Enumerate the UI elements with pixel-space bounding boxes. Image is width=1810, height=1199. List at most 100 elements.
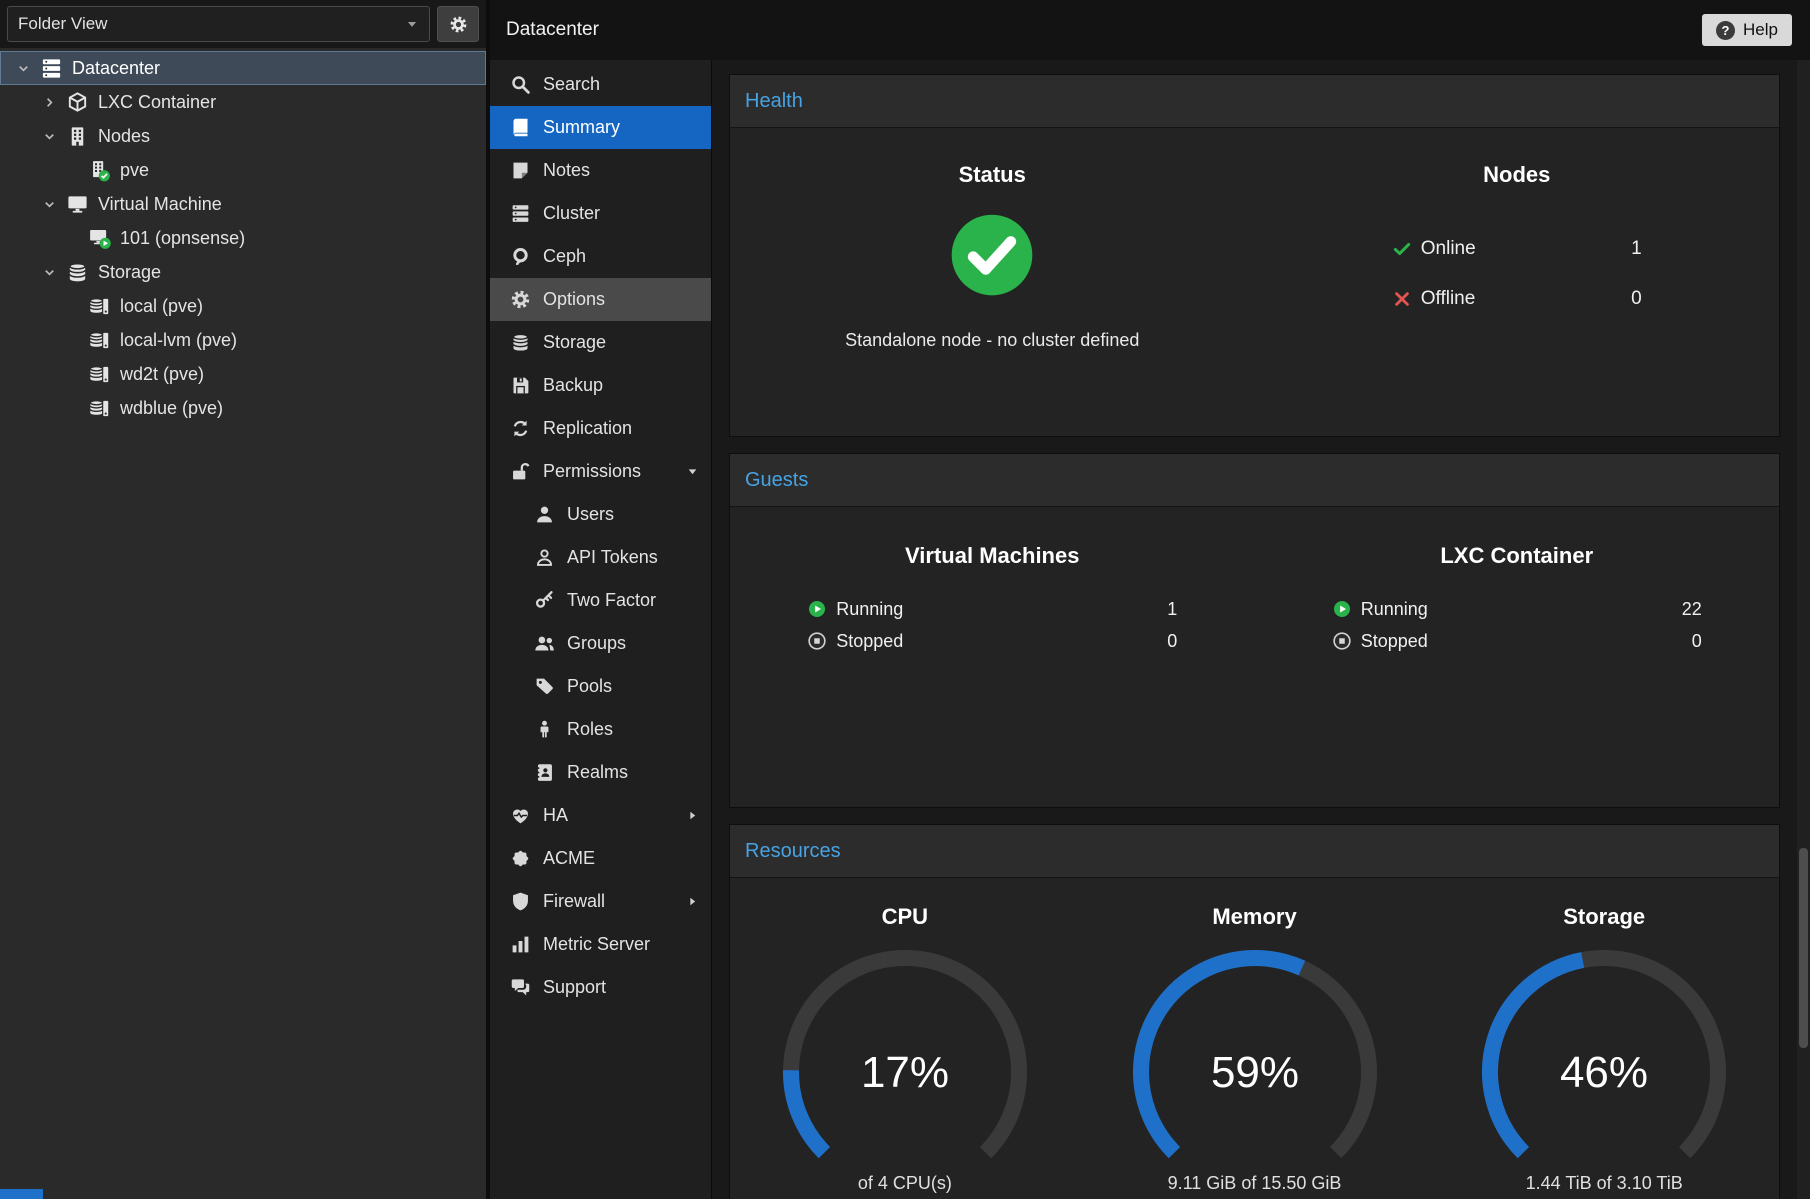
menu-item-cluster[interactable]: Cluster <box>490 192 711 235</box>
menu-item-notes[interactable]: Notes <box>490 149 711 192</box>
tree-item-label: wd2t (pve) <box>120 364 204 385</box>
menu-item-permissions[interactable]: Permissions <box>490 450 711 493</box>
health-panel: Health Status Standalone node - no clust… <box>729 74 1780 437</box>
database-icon <box>510 332 531 353</box>
tree-item-lxc-container[interactable]: LXC Container <box>0 85 486 119</box>
guests-panel-body: Virtual Machines Running 1 Stopped 0 LXC… <box>730 507 1779 807</box>
menu-item-label: Replication <box>543 418 632 439</box>
menu-item-ha[interactable]: HA <box>490 794 711 837</box>
gear-icon <box>449 15 468 34</box>
menu-item-ceph[interactable]: Ceph <box>490 235 711 278</box>
menu-item-roles[interactable]: Roles <box>490 708 711 751</box>
unlock-icon <box>510 461 531 482</box>
guest-status-row-running[interactable]: Running 1 <box>807 593 1177 625</box>
chevron-down-icon[interactable] <box>16 60 40 76</box>
stopped-icon <box>1332 631 1352 651</box>
menu-item-options[interactable]: Options <box>490 278 711 321</box>
desktop-icon <box>66 193 89 216</box>
view-mode-select[interactable]: Folder View <box>7 6 430 42</box>
gauge-arc: 46% <box>1453 942 1755 1168</box>
menu-item-groups[interactable]: Groups <box>490 622 711 665</box>
content-scrollbar[interactable] <box>1797 60 1810 1199</box>
health-panel-body: Status Standalone node - no cluster defi… <box>730 128 1779 436</box>
menu-item-pools[interactable]: Pools <box>490 665 711 708</box>
resources-panel-body: CPU 17% of 4 CPU(s) Memory 59% 9.11 GiB … <box>730 878 1779 1199</box>
resource-tree-panel: Folder View Datacenter LXC Container Nod… <box>0 0 490 1199</box>
tree-item-101-opnsense[interactable]: 101 (opnsense) <box>0 221 486 255</box>
menu-item-support[interactable]: Support <box>490 966 711 1009</box>
guest-status-row-running[interactable]: Running 22 <box>1332 593 1702 625</box>
chevron-right-icon[interactable] <box>42 94 66 110</box>
guest-group-virtual-machines: Virtual Machines Running 1 Stopped 0 <box>730 507 1255 807</box>
tree-item-datacenter[interactable]: Datacenter <box>0 51 486 85</box>
node-status-value: 1 <box>1631 238 1642 260</box>
chevron-down-icon[interactable] <box>42 264 66 280</box>
menu-item-label: Pools <box>567 676 612 697</box>
tree-item-local-lvm-pve[interactable]: local-lvm (pve) <box>0 323 486 357</box>
menu-item-api-tokens[interactable]: API Tokens <box>490 536 711 579</box>
tree-item-label: LXC Container <box>98 92 216 113</box>
tree-item-local-pve[interactable]: local (pve) <box>0 289 486 323</box>
server-stack-icon <box>40 57 63 80</box>
menu-item-label: Ceph <box>543 246 586 267</box>
content-scrollbar-thumb[interactable] <box>1799 848 1808 1048</box>
chevron-down-icon[interactable] <box>42 196 66 212</box>
menu-item-users[interactable]: Users <box>490 493 711 536</box>
tree-item-storage[interactable]: Storage <box>0 255 486 289</box>
gauge-storage: Storage 46% 1.44 TiB of 3.10 TiB <box>1429 882 1779 1199</box>
menu-item-search[interactable]: Search <box>490 63 711 106</box>
search-icon <box>510 74 531 95</box>
menu-item-summary[interactable]: Summary <box>490 106 711 149</box>
guest-group-heading: LXC Container <box>1255 543 1780 569</box>
menu-item-label: Permissions <box>543 461 641 482</box>
guest-status-value: 0 <box>1167 631 1177 652</box>
tree-item-pve[interactable]: pve <box>0 153 486 187</box>
shield-icon <box>510 891 531 912</box>
tree-item-nodes[interactable]: Nodes <box>0 119 486 153</box>
view-mode-value: Folder View <box>18 14 107 34</box>
cross-icon <box>1392 289 1412 309</box>
gauge-arc: 17% <box>754 942 1056 1168</box>
running-icon <box>807 599 827 619</box>
nodes-heading: Nodes <box>1255 162 1780 188</box>
menu-item-label: Roles <box>567 719 613 740</box>
menu-item-acme[interactable]: ACME <box>490 837 711 880</box>
tree-settings-button[interactable] <box>437 6 479 42</box>
gauge-percent: 59% <box>1210 1048 1298 1097</box>
menu-item-label: Storage <box>543 332 606 353</box>
chevron-down-icon[interactable] <box>42 128 66 144</box>
tree-item-wd2t-pve[interactable]: wd2t (pve) <box>0 357 486 391</box>
menu-item-firewall[interactable]: Firewall <box>490 880 711 923</box>
gauge-sublabel: 9.11 GiB of 15.50 GiB <box>1080 1173 1430 1194</box>
menu-item-label: Backup <box>543 375 603 396</box>
guest-status-row-stopped[interactable]: Stopped 0 <box>1332 625 1702 657</box>
menu-item-label: HA <box>543 805 568 826</box>
running-icon <box>1332 599 1352 619</box>
tree-item-label: Datacenter <box>72 58 160 79</box>
gauge-title: Memory <box>1080 904 1430 930</box>
guests-panel-header: Guests <box>730 454 1779 507</box>
menu-item-replication[interactable]: Replication <box>490 407 711 450</box>
menu-item-storage[interactable]: Storage <box>490 321 711 364</box>
menu-item-label: Notes <box>543 160 590 181</box>
menu-item-realms[interactable]: Realms <box>490 751 711 794</box>
status-heading: Status <box>730 162 1255 188</box>
gauge-cpu: CPU 17% of 4 CPU(s) <box>730 882 1080 1199</box>
tree-item-wdblue-pve[interactable]: wdblue (pve) <box>0 391 486 425</box>
chevron-right-icon <box>686 895 699 908</box>
menu-item-metric-server[interactable]: Metric Server <box>490 923 711 966</box>
guest-status-label: Running <box>1361 599 1428 620</box>
menu-item-label: Search <box>543 74 600 95</box>
menu-item-label: Summary <box>543 117 620 138</box>
chevron-right-icon <box>686 809 699 822</box>
guest-status-row-stopped[interactable]: Stopped 0 <box>807 625 1177 657</box>
gauge-title: Storage <box>1429 904 1779 930</box>
help-button[interactable]: ? Help <box>1702 14 1792 46</box>
tree-item-virtual-machine[interactable]: Virtual Machine <box>0 187 486 221</box>
menu-item-label: Firewall <box>543 891 605 912</box>
menu-item-two-factor[interactable]: Two Factor <box>490 579 711 622</box>
menu-item-backup[interactable]: Backup <box>490 364 711 407</box>
database-drive-icon <box>88 397 111 420</box>
guest-status-label: Stopped <box>1361 631 1428 652</box>
book-icon <box>510 117 531 138</box>
